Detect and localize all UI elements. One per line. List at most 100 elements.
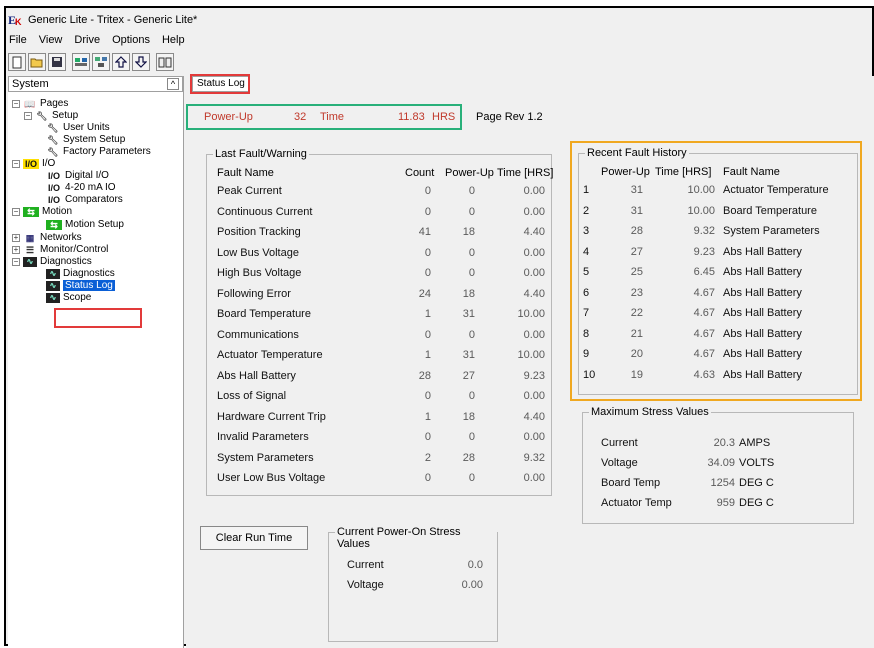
menu-bar: File View Drive Options Help [8, 34, 186, 52]
fault-name: Invalid Parameters [217, 431, 309, 443]
menu-file[interactable]: File [8, 34, 28, 52]
network-icon[interactable] [92, 53, 110, 71]
tree-item-diagnostics-page[interactable]: ∿ Diagnostics [46, 268, 115, 279]
fault-name: High Bus Voltage [217, 267, 302, 279]
fault-power-up: 0 [468, 328, 475, 341]
history-time: 10.00 [687, 184, 715, 196]
recent-fault-group: Recent Fault History Power-Up Time [HRS]… [578, 147, 858, 395]
expand-icon[interactable]: + [12, 233, 20, 242]
new-doc-icon[interactable] [8, 53, 26, 71]
collapse-icon[interactable]: − [12, 207, 20, 216]
fault-time: 0.00 [523, 205, 545, 218]
voltage-value: 0.00 [461, 579, 483, 591]
open-folder-icon[interactable] [28, 53, 46, 71]
fault-time: 0.00 [523, 267, 545, 279]
tree-item-system-setup[interactable]: 🔧︎ System Setup [46, 134, 125, 145]
history-time: 9.32 [693, 225, 715, 237]
fault-count: 0 [424, 431, 431, 443]
tree-item-motion[interactable]: − ⇆ Motion [12, 206, 72, 217]
voltage-label: Voltage [347, 579, 384, 591]
fault-time: 0.00 [523, 246, 545, 259]
fault-time: 0.00 [523, 472, 545, 484]
collapse-caret-icon[interactable]: ^ [167, 78, 179, 90]
history-power-up: 21 [630, 327, 643, 340]
current-value: 0.0 [467, 559, 483, 571]
tree-item-monitor-control[interactable]: + ☰ Monitor/Control [12, 244, 108, 255]
history-time: 6.45 [693, 266, 715, 278]
collapse-icon[interactable]: − [12, 159, 20, 168]
tree-item-user-units[interactable]: 🔧︎ User Units [46, 122, 109, 133]
tree-item-networks[interactable]: + ▦ Networks [12, 232, 82, 243]
history-time: 4.63 [693, 368, 715, 381]
history-time: 4.67 [693, 348, 715, 360]
tree-item-factory-parameters[interactable]: 🔧︎ Factory Parameters [46, 146, 151, 157]
history-index: 10 [583, 368, 596, 381]
title-bar: EK Generic Lite - Tritex - Generic Lite* [8, 10, 197, 30]
column-header: Time [HRS] [655, 166, 712, 178]
tree-item-setup[interactable]: − 🔧︎ Setup [24, 110, 78, 121]
tree-item-motion-setup[interactable]: ⇆ Motion Setup [46, 219, 124, 230]
tree-item-pages[interactable]: − 📖 Pages [12, 98, 68, 109]
fault-name: System Parameters [217, 451, 314, 464]
fault-power-up: 31 [462, 349, 475, 361]
collapse-icon[interactable]: − [12, 257, 20, 266]
scope-icon: ∿ [46, 292, 60, 303]
menu-options[interactable]: Options [111, 34, 151, 52]
history-fault-name: Abs Hall Battery [723, 348, 802, 360]
time-label: Time [320, 111, 345, 123]
highlight-box [190, 74, 250, 94]
fault-power-up: 27 [462, 369, 475, 382]
book-icon[interactable] [156, 53, 174, 71]
history-index: 1 [583, 184, 590, 196]
fault-power-up: 31 [462, 308, 475, 320]
stress-label: Board Temp [601, 477, 661, 489]
tree-item-status-log[interactable]: ∿ Status Log [46, 280, 115, 291]
column-header: Count [405, 167, 435, 179]
history-fault-name: Actuator Temperature [723, 184, 829, 196]
fault-name: Position Tracking [217, 226, 301, 238]
main-panel: Status Log Power-Up 32 Time 11.83 HRS Pa… [186, 74, 874, 648]
column-header: Time [HRS] [497, 167, 554, 179]
fault-time: 4.40 [523, 287, 545, 300]
fault-name: User Low Bus Voltage [217, 472, 326, 484]
collapse-icon[interactable]: − [24, 111, 32, 120]
stress-unit: AMPS [739, 437, 771, 449]
history-index: 6 [583, 286, 590, 299]
io-icon: I/O [47, 182, 60, 193]
menu-view[interactable]: View [38, 34, 64, 52]
tree-item-diagnostics[interactable]: − ∿ Diagnostics [12, 256, 92, 267]
history-fault-name: Abs Hall Battery [723, 286, 802, 299]
collapse-icon[interactable]: − [12, 99, 20, 108]
download-icon[interactable] [132, 53, 150, 71]
tree-item-io[interactable]: − I/O I/O [12, 158, 55, 169]
fault-power-up: 0 [468, 267, 475, 279]
tree-item-scope[interactable]: ∿ Scope [46, 292, 91, 303]
history-index: 2 [583, 204, 590, 217]
fault-time: 10.00 [517, 349, 545, 361]
fault-time: 10.00 [517, 308, 545, 320]
save-icon[interactable] [48, 53, 66, 71]
stress-value: 1254 [710, 477, 735, 489]
clear-run-time-button[interactable]: Clear Run Time [200, 526, 308, 550]
grid-icon[interactable] [72, 53, 90, 71]
io-icon: I/O [47, 194, 60, 205]
io-icon: I/O [47, 170, 60, 181]
stress-value: 34.09 [707, 457, 735, 469]
tree-item-digital-io[interactable]: I/O Digital I/O [46, 170, 109, 181]
scope-icon: ∿ [46, 268, 60, 279]
fault-power-up: 0 [468, 472, 475, 484]
tree-item-comparators[interactable]: I/O Comparators [46, 194, 123, 205]
upload-icon[interactable] [112, 53, 130, 71]
menu-help[interactable]: Help [161, 34, 186, 52]
tree-item-analog-io[interactable]: I/O 4-20 mA IO [46, 182, 116, 193]
menu-drive[interactable]: Drive [73, 34, 101, 52]
history-power-up: 28 [630, 225, 643, 237]
fault-power-up: 0 [468, 431, 475, 443]
expand-icon[interactable]: + [12, 245, 20, 254]
history-index: 8 [583, 327, 590, 340]
app-window: EK Generic Lite - Tritex - Generic Lite*… [4, 6, 874, 648]
power-up-value: 32 [294, 111, 307, 123]
page-tree: − 📖 Pages − 🔧︎ Setup 🔧︎ User Units 🔧︎ Sy… [8, 92, 183, 303]
history-power-up: 25 [630, 266, 643, 278]
current-label: Current [347, 559, 384, 571]
